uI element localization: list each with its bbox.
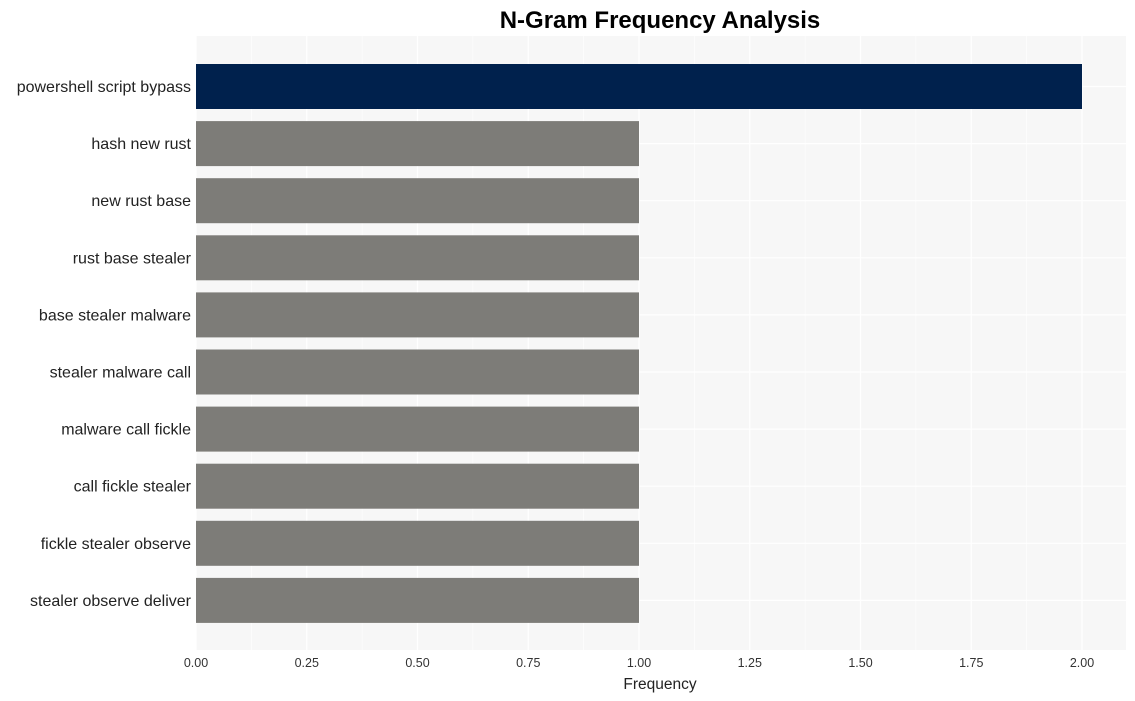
x-tick-label: 2.00 xyxy=(1070,656,1094,670)
y-tick-label: powershell script bypass xyxy=(17,79,191,96)
bar-stealer-malware-call xyxy=(196,349,639,395)
bar-fickle-stealer-observe xyxy=(196,520,639,566)
x-axis-label: Frequency xyxy=(623,676,696,693)
x-tick-label: 0.25 xyxy=(295,656,319,670)
y-tick-label: hash new rust xyxy=(91,136,191,153)
x-tick-label: 0.00 xyxy=(184,656,208,670)
bar-rust-base-stealer xyxy=(196,235,639,281)
x-tick-label: 1.25 xyxy=(738,656,762,670)
y-tick-label: malware call fickle xyxy=(61,422,191,439)
x-tick-label: 1.75 xyxy=(959,656,983,670)
y-tick-label: call fickle stealer xyxy=(74,479,192,496)
y-tick-label: rust base stealer xyxy=(73,250,192,267)
y-axis-labels: powershell script bypass hash new rust new… xyxy=(17,79,192,610)
bar-powershell-script-bypass xyxy=(196,64,1082,109)
ngram-bar-chart: powershell script bypass hash new rust new… xyxy=(17,7,1126,693)
y-tick-label: stealer observe deliver xyxy=(30,593,192,610)
chart-title: N-Gram Frequency Analysis xyxy=(500,7,821,34)
bar-stealer-observe-deliver xyxy=(196,577,639,623)
bar-base-stealer-malware xyxy=(196,292,639,338)
bar-malware-call-fickle xyxy=(196,406,639,452)
y-tick-label: new rust base xyxy=(91,193,191,210)
x-tick-label: 0.75 xyxy=(516,656,540,670)
bar-call-fickle-stealer xyxy=(196,463,639,509)
bar-hash-new-rust xyxy=(196,121,639,167)
x-tick-label: 0.50 xyxy=(405,656,429,670)
y-tick-label: fickle stealer observe xyxy=(41,536,191,553)
y-tick-label: base stealer malware xyxy=(39,307,191,324)
y-tick-label: stealer malware call xyxy=(50,365,191,382)
x-axis-ticks: 0.00 0.25 0.50 0.75 1.00 1.25 1.50 1.75 2.00 xyxy=(184,656,1094,670)
x-tick-label: 1.00 xyxy=(627,656,651,670)
bar-new-rust-base xyxy=(196,178,639,224)
x-tick-label: 1.50 xyxy=(848,656,872,670)
